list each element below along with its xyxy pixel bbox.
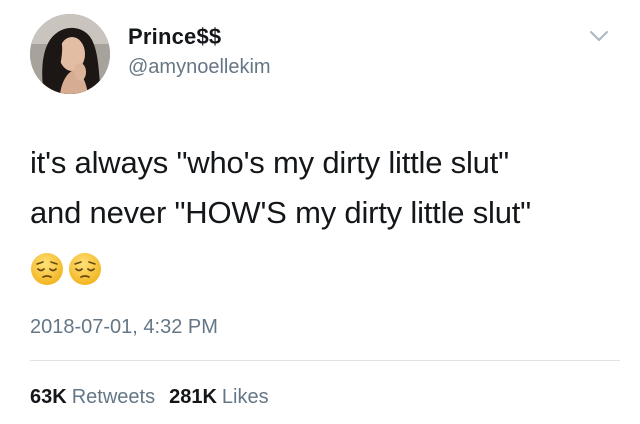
retweets-stat[interactable]: 63K Retweets [30, 386, 169, 408]
chevron-down-icon[interactable] [588, 28, 610, 44]
display-name[interactable]: Prince$$ [128, 24, 221, 50]
avatar-photo [30, 14, 110, 94]
likes-count: 281K [169, 386, 217, 408]
pensive-face-emoji [31, 253, 63, 285]
divider [30, 360, 620, 361]
likes-stat[interactable]: 281K Likes [169, 386, 283, 408]
user-handle[interactable]: @amynoellekim [128, 56, 271, 79]
tweet-timestamp[interactable]: 2018-07-01, 4:32 PM [30, 316, 218, 339]
engagement-stats: 63K Retweets 281K Likes [30, 386, 283, 409]
tweet-text-line: it's always "who's my dirty little slut" [30, 145, 509, 180]
tweet-text: it's always "who's my dirty little slut"… [30, 138, 620, 238]
likes-label: Likes [221, 386, 269, 408]
emoji-row [30, 252, 102, 286]
tweet-card: Prince$$ @amynoellekim it's always "who'… [0, 0, 640, 424]
pensive-face-emoji [69, 253, 101, 285]
avatar[interactable] [30, 14, 110, 94]
retweets-label: Retweets [71, 386, 156, 408]
tweet-text-line: and never "HOW'S my dirty little slut" [30, 195, 531, 230]
retweets-count: 63K [30, 386, 67, 408]
